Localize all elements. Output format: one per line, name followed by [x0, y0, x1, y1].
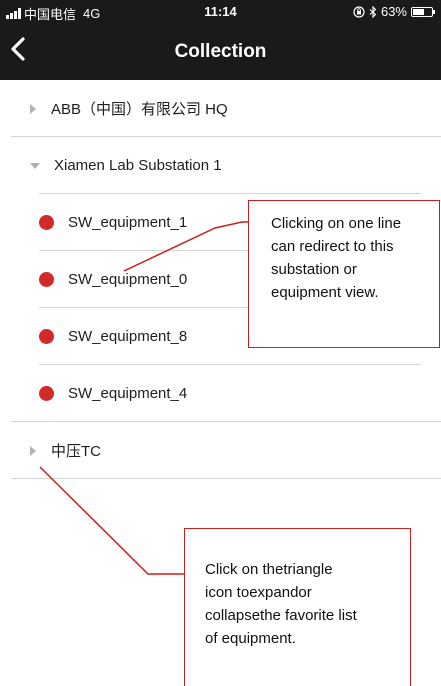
battery-percent: 63%	[380, 4, 407, 19]
group-row-xiamen-lab[interactable]: Xiamen Lab Substation 1	[0, 137, 441, 194]
group-row-abb-hq[interactable]: ABB（中国）有限公司 HQ	[0, 80, 441, 137]
status-dot-icon	[39, 215, 54, 230]
battery-level-fill	[413, 8, 425, 15]
expand-triangle-icon[interactable]	[30, 445, 36, 456]
annotation-callout-line-click: Clicking on one line can redirect to thi…	[248, 200, 440, 348]
status-dot-icon	[39, 386, 54, 401]
equipment-label: SW_equipment_8	[68, 328, 188, 345]
navigation-bar: Collection	[0, 22, 441, 80]
orientation-lock-icon	[353, 5, 365, 18]
annotation-text: Clicking on one line can redirect to thi…	[271, 215, 402, 301]
status-dot-icon	[39, 272, 54, 287]
equipment-row[interactable]: SW_equipment_4	[0, 365, 441, 422]
expand-triangle-icon[interactable]	[30, 103, 36, 114]
equipment-label: SW_equipment_0	[68, 271, 188, 288]
group-label: Xiamen Lab Substation 1	[54, 157, 222, 174]
bluetooth-icon	[369, 5, 377, 18]
group-label: ABB（中国）有限公司 HQ	[51, 101, 228, 118]
battery-icon	[411, 6, 435, 17]
group-label: 中压TC	[51, 443, 101, 460]
status-dot-icon	[39, 329, 54, 344]
annotation-callout-triangle-click: Click on thetriangle icon toexpandor col…	[184, 528, 411, 686]
page-title: Collection	[174, 41, 267, 62]
group-row-mv-tc[interactable]: 中压TC	[0, 422, 441, 479]
collapse-triangle-icon[interactable]	[30, 162, 40, 169]
status-bar: 中国电信 4G 11:14 63%	[0, 0, 441, 22]
equipment-label: SW_equipment_4	[68, 385, 188, 402]
equipment-label: SW_equipment_1	[68, 214, 188, 231]
divider	[11, 478, 441, 479]
status-right: 63%	[353, 4, 435, 19]
callout-2-leader-line	[39, 466, 184, 575]
annotation-text: Click on thetriangle icon toexpandor col…	[205, 561, 357, 647]
